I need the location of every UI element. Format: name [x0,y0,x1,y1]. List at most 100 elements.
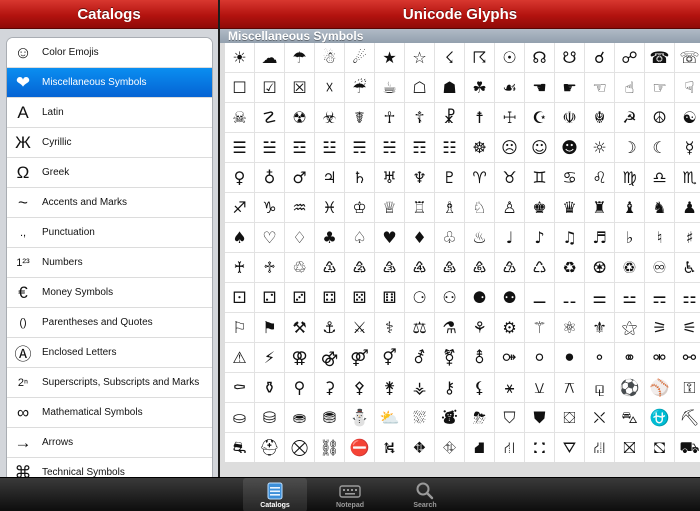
catalog-item[interactable]: ., Punctuation [7,218,212,248]
glyph-cell[interactable]: ⚗ [435,313,464,342]
catalog-item[interactable]: ⌘ Technical Symbols [7,458,212,477]
glyph-cell[interactable]: ⚁ [255,283,284,312]
glyph-cell[interactable]: ⛟ [675,433,700,462]
glyph-cell[interactable]: ⚌ [585,283,614,312]
glyph-cell[interactable]: ⚼ [585,373,614,402]
glyph-cell[interactable]: ♸ [465,253,494,282]
glyph-cell[interactable]: ⚷ [435,373,464,402]
tab-search[interactable]: Search [393,478,457,511]
glyph-cell[interactable]: ☮ [645,103,674,132]
glyph-cell[interactable]: ♋ [555,163,584,192]
glyph-cell[interactable]: ♺ [525,253,554,282]
glyph-cell[interactable]: ⚝ [615,313,644,342]
glyph-cell[interactable]: ⛖ [405,433,434,462]
glyph-cell[interactable]: ♏ [675,163,700,192]
glyph-cell[interactable]: ☵ [375,133,404,162]
glyph-cell[interactable]: ⛂ [285,403,314,432]
glyph-cell[interactable]: ♧ [435,223,464,252]
glyph-cell[interactable]: ☏ [675,43,700,72]
glyph-cell[interactable]: ⚋ [555,283,584,312]
glyph-cell[interactable]: ♍ [615,163,644,192]
glyph-cell[interactable]: ♐ [225,193,254,222]
glyph-cell[interactable]: ⛕ [375,433,404,462]
glyph-cell[interactable]: ♉ [495,163,524,192]
glyph-cell[interactable]: ⚇ [435,283,464,312]
glyph-cell[interactable]: ☦ [405,103,434,132]
glyph-cell[interactable]: ♽ [615,253,644,282]
glyph-cell[interactable]: ⚧ [435,343,464,372]
glyph-cell[interactable]: ⛊ [525,403,554,432]
glyph-cell[interactable]: ⚒ [285,313,314,342]
glyph-cell[interactable]: ♹ [495,253,524,282]
glyph-cell[interactable]: ☴ [345,133,374,162]
catalog-item[interactable]: 1²³ Numbers [7,248,212,278]
glyph-cell[interactable]: ☘ [465,73,494,102]
glyph-cell[interactable]: ♝ [615,193,644,222]
glyph-cell[interactable]: ⛃ [315,403,344,432]
glyph-cell[interactable]: ☷ [435,133,464,162]
glyph-cell[interactable]: ☾ [645,133,674,162]
glyph-cell[interactable]: ☇ [435,43,464,72]
glyph-cell[interactable]: ☖ [405,73,434,102]
glyph-cell[interactable]: ☒ [285,73,314,102]
glyph-cell[interactable]: ⚙ [495,313,524,342]
glyph-cell[interactable]: ☱ [255,133,284,162]
glyph-cell[interactable]: ♇ [435,163,464,192]
catalog-item[interactable]: ∞ Mathematical Symbols [7,398,212,428]
catalog-list[interactable]: ☺ Color Emojis ❤ Miscellaneous Symbols A Lati… [6,37,213,477]
glyph-cell[interactable]: ☣ [315,103,344,132]
glyph-cell[interactable]: ☌ [585,43,614,72]
glyph-cell[interactable]: ⚵ [375,373,404,402]
glyph-cell[interactable]: ⚉ [495,283,524,312]
glyph-cell[interactable]: ♄ [345,163,374,192]
glyph-cell[interactable]: ♎ [645,163,674,192]
glyph-cell[interactable]: ⚣ [315,343,344,372]
glyph-cell[interactable]: ⚻ [555,373,584,402]
glyph-cell[interactable]: ♖ [405,193,434,222]
glyph-cell[interactable]: ♕ [375,193,404,222]
glyph-cell[interactable]: ♳ [315,253,344,282]
glyph-cell[interactable]: ☗ [435,73,464,102]
glyph-cell[interactable]: ☡ [255,103,284,132]
glyph-cell[interactable]: ⚄ [345,283,374,312]
glyph-cell[interactable]: ☺ [525,133,554,162]
glyph-cell[interactable]: ⚕ [375,313,404,342]
glyph-cell[interactable]: ⚍ [615,283,644,312]
glyph-cell[interactable]: ♆ [405,163,434,192]
glyph-cell[interactable]: ⚎ [645,283,674,312]
glyph-cell[interactable]: ⚫ [555,343,584,372]
glyph-cell[interactable]: ☹ [495,133,524,162]
glyph-cell[interactable]: ⛀ [225,403,254,432]
glyph-cell[interactable]: ⚳ [315,373,344,402]
glyph-cell[interactable]: ⚛ [555,313,584,342]
glyph-cell[interactable]: ⚀ [225,283,254,312]
glyph-cell[interactable]: ♵ [375,253,404,282]
catalog-item[interactable]: € Money Symbols [7,278,212,308]
glyph-cell[interactable]: ⚘ [465,313,494,342]
glyph-cell[interactable]: ☆ [405,43,434,72]
glyph-cell[interactable]: ♾ [645,253,674,282]
glyph-cell[interactable]: ☩ [495,103,524,132]
glyph-cell[interactable]: ⛋ [555,403,584,432]
catalog-item[interactable]: 2ⁿ Superscripts, Subscripts and Marks [7,368,212,398]
glyph-cell[interactable]: ♁ [255,163,284,192]
glyph-cell[interactable]: ☃ [315,43,344,72]
glyph-cell[interactable]: ☝ [615,73,644,102]
glyph-cell[interactable]: ⚨ [465,343,494,372]
glyph-cell[interactable]: ☁ [255,43,284,72]
glyph-cell[interactable]: ⛝ [615,433,644,462]
glyph-cell[interactable]: ☧ [435,103,464,132]
glyph-cell[interactable]: ♿ [675,253,700,282]
glyph-cell[interactable]: ⚹ [495,373,524,402]
glyph-cell[interactable]: ⚂ [285,283,314,312]
glyph-cell[interactable]: ⚯ [675,343,700,372]
glyph-cell[interactable]: ⛌ [585,403,614,432]
glyph-cell[interactable]: ♜ [585,193,614,222]
glyph-cell[interactable]: ☭ [615,103,644,132]
glyph-cell[interactable]: ☛ [555,73,584,102]
glyph-cell[interactable]: ⚩ [495,343,524,372]
glyph-cell[interactable]: ♬ [585,223,614,252]
glyph-cell[interactable]: ⚊ [525,283,554,312]
glyph-cell[interactable]: ⚅ [375,283,404,312]
catalog-item[interactable]: ❤ Miscellaneous Symbols [7,68,212,98]
